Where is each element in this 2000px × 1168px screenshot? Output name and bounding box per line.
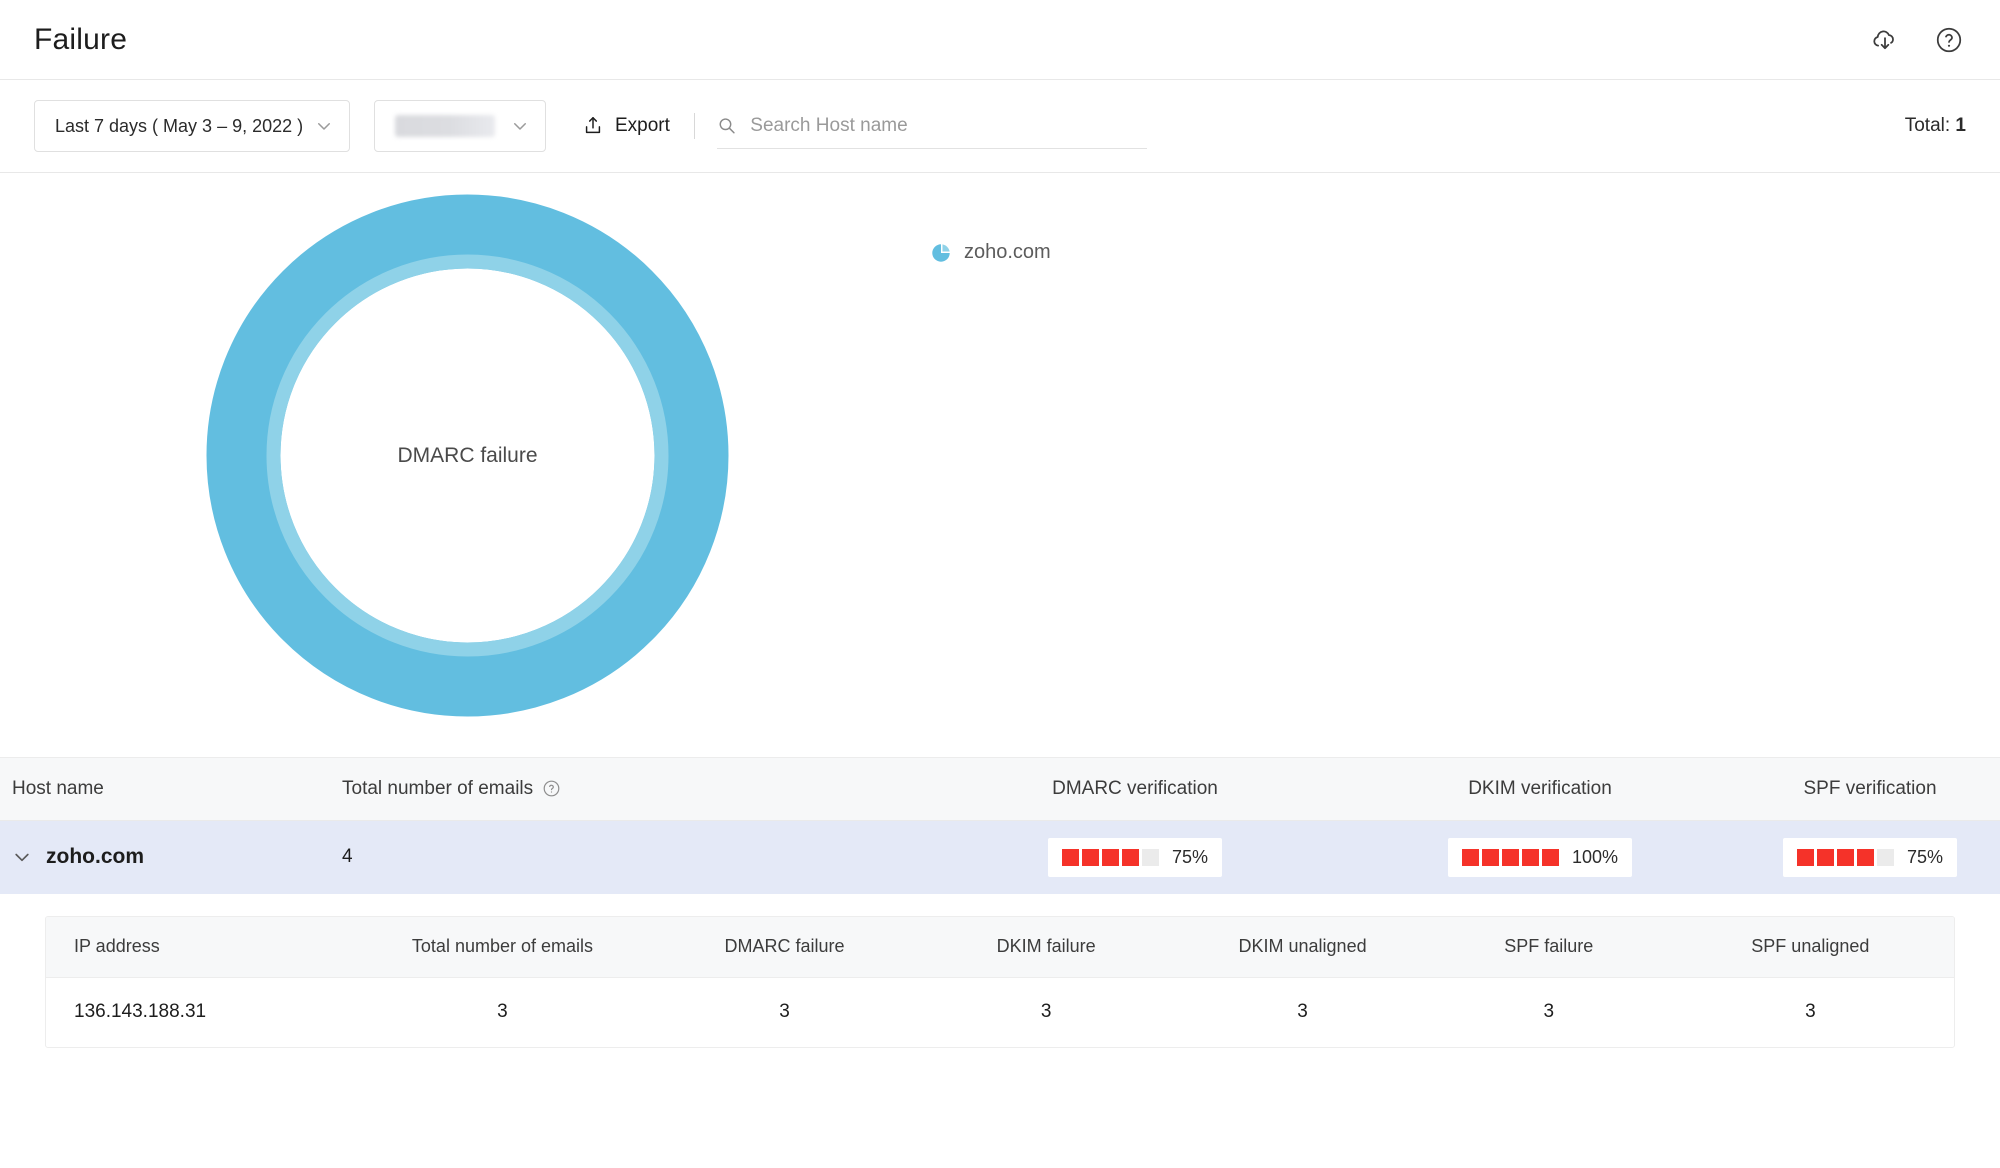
dkim-segments (1461, 848, 1559, 866)
subcol-dkim-unaligned: DKIM unaligned (1174, 917, 1431, 978)
help-circle-icon[interactable] (1932, 23, 1966, 57)
spf-verification-cell: 75% (1740, 820, 2000, 894)
donut-chart[interactable]: DMARC failure (205, 193, 730, 718)
subcol-spf-unaligned: SPF unaligned (1666, 917, 1954, 978)
spf-segments (1796, 848, 1894, 866)
col-dmarc-verification-label: DMARC verification (1052, 777, 1218, 799)
col-host-name[interactable]: Host name (0, 758, 330, 821)
total-emails-cell: 4 (342, 846, 353, 868)
export-label: Export (615, 115, 670, 136)
date-range-label: Last 7 days ( May 3 – 9, 2022 ) (55, 115, 304, 136)
host-name-value: zoho.com (46, 845, 144, 869)
chevron-down-icon[interactable] (12, 847, 32, 867)
ip-subtable: IP address Total number of emails DMARC … (45, 916, 1955, 1048)
page-title: Failure (34, 22, 128, 56)
subcol-spf-failure: SPF failure (1430, 917, 1667, 978)
legend-label: zoho.com (964, 241, 1051, 263)
sub-spf-unaligned-cell: 3 (1805, 1001, 1816, 1023)
dkim-verification-cell: 100% (1340, 820, 1740, 894)
table-row[interactable]: zoho.com 4 75% 100% 75% (0, 820, 2000, 894)
donut-slice-zoho[interactable] (206, 194, 729, 717)
chart-area: DMARC failure zoho.com (0, 173, 2000, 758)
col-dkim-verification-label: DKIM verification (1468, 777, 1612, 799)
search-icon (719, 118, 735, 134)
spf-percent: 75% (1906, 846, 1944, 867)
spf-progress: 75% (1782, 837, 1958, 877)
dkim-progress: 100% (1447, 837, 1633, 877)
sub-spf-failure-cell: 3 (1543, 1001, 1555, 1023)
chevron-down-icon (514, 123, 526, 130)
table-header-row: Host name Total number of emails DMARC v… (0, 758, 2000, 821)
search-input[interactable] (750, 114, 1147, 137)
sub-dmarc-failure-cell: 3 (779, 1001, 790, 1023)
title-bar: Failure (0, 0, 2000, 80)
toolbar: Last 7 days ( May 3 – 9, 2022 ) Export T… (0, 80, 2000, 173)
export-icon (585, 117, 601, 134)
chevron-down-icon (318, 123, 330, 130)
total-count: Total: 1 (1905, 115, 1966, 137)
col-host-name-label: Host name (12, 777, 104, 799)
export-button[interactable]: Export (582, 100, 670, 152)
cloud-download-icon[interactable] (1868, 23, 1902, 57)
col-dkim-verification[interactable]: DKIM verification (1340, 758, 1740, 821)
subtable-header-row: IP address Total number of emails DMARC … (46, 917, 1954, 978)
help-circle-icon[interactable] (542, 779, 561, 798)
dmarc-segments (1061, 848, 1159, 866)
sub-total-emails-cell: 3 (497, 1001, 508, 1023)
toolbar-divider (693, 113, 695, 139)
dmarc-progress: 75% (1047, 837, 1223, 877)
account-value-redacted (395, 115, 495, 137)
total-value: 1 (1955, 115, 1966, 136)
total-label: Total: (1904, 115, 1951, 136)
col-spf-verification-label: SPF verification (1803, 777, 1937, 799)
subcol-dkim-failure: DKIM failure (917, 917, 1175, 978)
dkim-percent: 100% (1571, 846, 1619, 867)
col-dmarc-verification[interactable]: DMARC verification (930, 758, 1340, 821)
dmarc-percent: 75% (1171, 846, 1209, 867)
titlebar-actions (1868, 23, 1966, 57)
subcol-dmarc-failure: DMARC failure (651, 917, 918, 978)
subtable-row[interactable]: 136.143.188.31 3 3 3 3 3 3 (46, 977, 1954, 1047)
chart-legend-item-zoho[interactable]: zoho.com (930, 241, 1051, 264)
col-total-emails[interactable]: Total number of emails (330, 758, 930, 821)
search-box[interactable] (716, 103, 1147, 149)
dmarc-verification-cell: 75% (930, 820, 1340, 894)
subcol-ip-address: IP address (46, 917, 354, 978)
ip-address-cell: 136.143.188.31 (74, 1001, 207, 1023)
pie-chart-icon (932, 243, 950, 262)
donut-inner-ring (266, 254, 669, 657)
subcol-total-emails: Total number of emails (353, 917, 652, 978)
host-table: Host name Total number of emails DMARC v… (0, 758, 2000, 894)
sub-dkim-unaligned-cell: 3 (1297, 1001, 1308, 1023)
sub-dkim-failure-cell: 3 (1040, 1001, 1052, 1023)
col-spf-verification[interactable]: SPF verification (1740, 758, 2000, 821)
col-total-emails-label: Total number of emails (342, 777, 534, 799)
date-range-select[interactable]: Last 7 days ( May 3 – 9, 2022 ) (34, 100, 350, 152)
host-name-cell[interactable]: zoho.com (0, 820, 330, 894)
account-select[interactable] (374, 100, 546, 152)
